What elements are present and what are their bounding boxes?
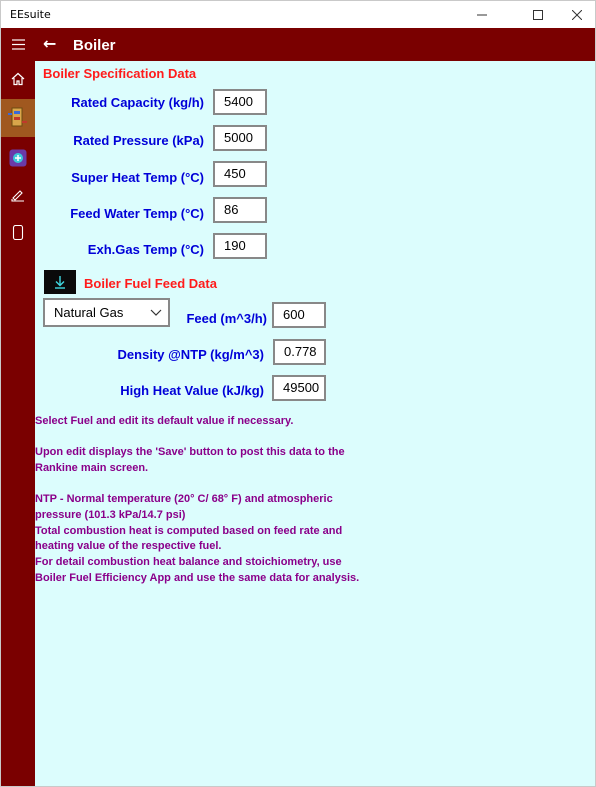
chevron-down-icon	[150, 309, 162, 316]
super-heat-temp-label: Super Heat Temp (°C)	[71, 170, 204, 185]
note-select-fuel: Select Fuel and edit its default value i…	[35, 415, 294, 427]
title-bar: EEsuite	[1, 1, 595, 28]
density-label: Density @NTP (kg/m^3)	[117, 347, 264, 362]
minimize-button[interactable]	[459, 1, 504, 28]
close-button[interactable]	[554, 1, 596, 28]
calculator-icon	[9, 149, 27, 167]
maximize-icon	[532, 9, 543, 20]
hamburger-icon	[12, 39, 25, 50]
close-icon	[571, 9, 582, 20]
sidebar-item-home[interactable]	[1, 61, 35, 97]
download-button[interactable]	[44, 270, 76, 294]
spec-section-title: Boiler Specification Data	[43, 66, 197, 81]
feed-rate-field[interactable]: 600	[272, 302, 326, 328]
sidebar-item-notes[interactable]	[1, 177, 35, 213]
density-field[interactable]: 0.778	[273, 339, 326, 365]
sidebar-item-calculator[interactable]	[1, 140, 35, 176]
feed-rate-label: Feed (m^3/h)	[186, 311, 267, 326]
sidebar-item-device[interactable]	[1, 214, 35, 250]
rated-pressure-field[interactable]: 5000	[213, 125, 267, 151]
phone-icon	[12, 224, 24, 240]
high-heat-value-label: High Heat Value (kJ/kg)	[120, 383, 264, 398]
note-save-button: Upon edit displays the 'Save' button to …	[35, 446, 345, 474]
minimize-icon	[476, 14, 487, 15]
page-header: ← Boiler	[35, 28, 595, 61]
fuel-type-selected: Natural Gas	[54, 305, 124, 320]
sidebar-item-boiler[interactable]	[1, 99, 35, 137]
page-title: Boiler	[73, 37, 116, 54]
feed-water-temp-field[interactable]: 86	[213, 197, 267, 223]
home-icon	[11, 72, 25, 86]
feed-water-temp-label: Feed Water Temp (°C)	[70, 206, 204, 221]
high-heat-value-field[interactable]: 49500	[272, 375, 326, 401]
fuel-section-title: Boiler Fuel Feed Data	[84, 276, 217, 291]
boiler-icon	[8, 107, 27, 127]
fuel-type-dropdown[interactable]: Natural Gas	[43, 298, 170, 327]
app-title: EEsuite	[10, 8, 51, 21]
rated-pressure-label: Rated Pressure (kPa)	[73, 133, 204, 148]
exh-gas-temp-field[interactable]: 190	[213, 233, 267, 259]
back-button[interactable]: ←	[43, 34, 56, 53]
pencil-icon	[11, 190, 24, 202]
rated-capacity-field[interactable]: 5400	[213, 89, 267, 115]
note-ntp-info: NTP - Normal temperature (20° C/ 68° F) …	[35, 493, 360, 584]
main-content: Boiler Specification Data Rated Capacity…	[35, 61, 595, 786]
download-arrow-icon	[55, 276, 65, 289]
app-window: EEsuite ← Boiler Boiler Specification Da…	[0, 0, 596, 787]
hamburger-button[interactable]	[1, 28, 35, 61]
exh-gas-temp-label: Exh.Gas Temp (°C)	[87, 242, 204, 257]
rated-capacity-label: Rated Capacity (kg/h)	[71, 95, 204, 110]
super-heat-temp-field[interactable]: 450	[213, 161, 267, 187]
